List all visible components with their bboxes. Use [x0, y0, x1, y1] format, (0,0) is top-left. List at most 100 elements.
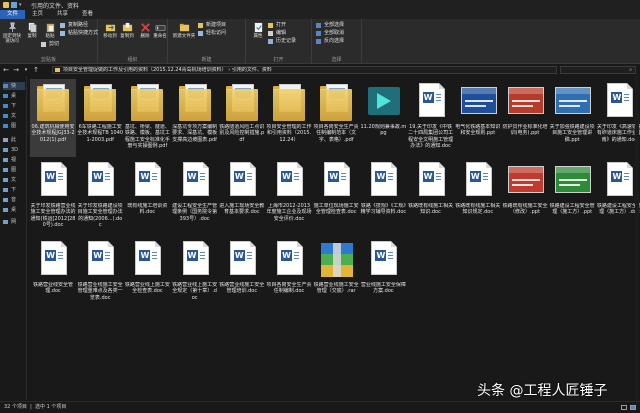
nav-item[interactable]: 音	[3, 196, 25, 204]
file-item[interactable]: 铁路隧道风险工点识别及风险控制措施.pdf	[219, 79, 265, 157]
select-all-button[interactable]: 全部选择	[316, 22, 344, 29]
file-item[interactable]: W 19.关于印发《中铁二十四局集团公司工程安全文明施工管理办法》的通知.doc	[408, 79, 454, 157]
file-name: 电气化铁路基本知识和安全规则.ppt	[455, 124, 501, 137]
nav-item[interactable]: 3D	[3, 146, 25, 154]
file-item[interactable]: 防护员作业标准化培训(电务).ppt	[502, 79, 548, 157]
nav-item[interactable]: 下	[3, 102, 25, 110]
back-icon[interactable]: ←	[2, 66, 10, 74]
file-item[interactable]: W 铁路既有线施工相关知识.doc	[408, 158, 454, 236]
word-document-icon: W	[318, 160, 354, 202]
file-item[interactable]: 项目各岗安全生产责任制编制范本（文字、表格）.pdf	[313, 79, 359, 157]
tab-file[interactable]: 文件	[0, 10, 26, 19]
file-item[interactable]: W 铁路既有线施工相关知识规定.doc	[455, 158, 501, 236]
nav-item[interactable]: 图	[3, 166, 25, 174]
paste-shortcut-button[interactable]: 粘贴快捷方式	[60, 30, 98, 37]
tab-view[interactable]: 查看	[75, 10, 100, 19]
file-item[interactable]: W 铁路《技规》《工规》精学习辅导资料.doc	[360, 158, 406, 236]
file-item[interactable]: W 上海市2012-2013年度施工企业及现场安全评价.doc	[266, 158, 312, 236]
dropdown-icon[interactable]: ▾	[19, 2, 25, 8]
nav-item[interactable]: 快	[3, 82, 25, 90]
file-item[interactable]: W 铁路营业线上施工安全检查表.doc	[124, 237, 170, 315]
powerpoint-icon	[460, 81, 497, 123]
easy-access-button[interactable]: 轻松访问	[198, 30, 226, 37]
nav-item[interactable]: 桌	[3, 92, 25, 100]
forward-icon[interactable]: →	[12, 66, 20, 74]
file-item[interactable]: 铁路建设工程安全管理（施工方）.ppt	[549, 158, 595, 236]
file-item[interactable]: 6车铁路工程施工安全技术规程TB 10401-2003.pdf	[77, 79, 123, 157]
copy-button[interactable]: 复制	[22, 22, 42, 39]
nav-item-icon	[3, 114, 8, 118]
up-icon[interactable]: ↑	[32, 66, 40, 74]
file-item[interactable]: W 铁路营业线施工安全管理培训.doc	[219, 237, 265, 315]
rename-button[interactable]: 重命名	[150, 22, 170, 39]
file-item[interactable]: W 建设工程安全生产管理条例（国务院令第393号）.doc	[172, 158, 218, 236]
file-item[interactable]: W 关于印发《高速铁路有砟道床施工作业指南》的通知.doc	[596, 79, 640, 157]
nav-item-icon	[3, 94, 8, 98]
word-document-icon: W	[177, 160, 213, 202]
nav-item[interactable]: 文	[3, 112, 25, 120]
details-view-icon[interactable]	[621, 405, 627, 410]
new-item-button[interactable]: 新建项目	[198, 22, 226, 29]
nav-item[interactable]: 下	[3, 186, 25, 194]
breadcrumb-part-1[interactable]: 项目安全管理促做的工作及引用的资料（2015.12.24青岛机场培训资料）	[63, 67, 227, 73]
tab-share[interactable]: 共享	[50, 10, 75, 19]
breadcrumb-part-2[interactable]: 引用的文件、资料	[232, 67, 272, 73]
address-bar[interactable]: 项目安全管理促做的工作及引用的资料（2015.12.24青岛机场培训资料） › …	[52, 66, 557, 74]
file-item[interactable]: 项目安全管理的工作和引用资料（2015.12.24）	[266, 79, 312, 157]
word-document-icon: W	[413, 81, 449, 123]
nav-item[interactable]: 桌	[3, 206, 25, 214]
file-item[interactable]: 电气化铁路基本知识和安全规则.ppt	[455, 79, 501, 157]
nav-item-icon	[3, 178, 8, 182]
file-item[interactable]: 11.20规则兼事故.mpg	[360, 79, 406, 157]
search-input[interactable]: ⌕	[560, 66, 636, 74]
file-item[interactable]: 铁路营业线施工安全管理（交底）.rar	[313, 237, 359, 315]
copy-path-button[interactable]: 复制路径	[60, 22, 88, 29]
cut-button[interactable]: 剪切	[41, 41, 59, 48]
file-item[interactable]: W 铁路营业线上施工安全规定（第十章）.doc	[172, 237, 218, 315]
file-item[interactable]: W 项目各岗安全生产责任制编制.doc	[266, 237, 312, 315]
copy-to-button[interactable]: 复制到	[117, 22, 137, 39]
folder-icon[interactable]	[3, 2, 9, 8]
nav-item[interactable]: 网	[3, 218, 25, 226]
file-item[interactable]: 铁路既有线施工安全（修改）.ppt	[502, 158, 548, 236]
nav-item[interactable]: 视	[3, 156, 25, 164]
file-name: 06.建筑机械使用安全技术规程JGJ33-2012(1).pdf	[31, 124, 75, 143]
recent-dropdown-icon[interactable]: ▾	[22, 66, 30, 74]
new-folder-button[interactable]: 新建文件夹	[172, 22, 196, 39]
file-item[interactable]: W 进入施工现场安全教育基本要求.doc	[219, 158, 265, 236]
file-item[interactable]: 基坑、桥梁、隧道、铁路、模板、基坑工程施工安全标准化手册与实操图例.pdf	[124, 79, 170, 157]
nav-item[interactable]: 图	[3, 122, 25, 130]
folder-icon	[177, 81, 213, 123]
properties-button[interactable]: 属性	[248, 22, 268, 39]
nav-item[interactable]: 文	[3, 176, 25, 184]
open-label: 打开	[276, 22, 287, 28]
pin-button[interactable]: 固定到快速访问	[2, 22, 22, 44]
vertical-scrollbar[interactable]	[635, 76, 639, 400]
edit-button[interactable]: 编辑	[268, 30, 286, 37]
file-item[interactable]: W 关于印发铁路营业线施工安全管理办法的通知(铁运[2012]280号).doc	[30, 158, 76, 236]
file-item[interactable]: W 既有线施工培训资料.doc	[124, 158, 170, 236]
file-item[interactable]: W 营业线施工安全保障方案.doc	[360, 237, 406, 315]
history-button[interactable]: 历史记录	[268, 38, 296, 45]
cut-icon	[41, 42, 46, 47]
file-item[interactable]: W 铁路营业线施工安全管理重难点及各类一览表.doc	[77, 237, 123, 315]
view-switcher	[621, 405, 636, 410]
nav-item-icon	[3, 220, 8, 224]
file-item[interactable]: 深基坑专项方案编制要求、深基坑、模板支撑高边坡图表.pdf	[172, 79, 218, 157]
tab-home[interactable]: 主页	[25, 10, 50, 19]
invert-selection-button[interactable]: 反向选择	[316, 38, 344, 45]
file-item[interactable]: 06.建筑机械使用安全技术规程JGJ33-2012(1).pdf	[30, 79, 76, 157]
nav-item[interactable]: 此	[3, 136, 25, 144]
large-icons-view-icon[interactable]	[630, 405, 636, 410]
file-item[interactable]: W 施工单位现场施工安全管理检查表.doc	[313, 158, 359, 236]
file-item[interactable]: 关于加强铁路建设项目施工安全管理讲稿.ppt	[549, 79, 595, 157]
file-item[interactable]: W 关于印发铁路建设项目施工安全管理办法的通知(2006...).doc	[77, 158, 123, 236]
file-item[interactable]: W 铁路建设工程安全管理（施工方）.doc	[596, 158, 640, 236]
select-none-button[interactable]: 全部取消	[316, 30, 344, 37]
paste-button[interactable]: 粘贴	[40, 22, 60, 39]
save-icon[interactable]	[11, 2, 17, 8]
file-item[interactable]: W 铁路营业线安全管理.doc	[30, 237, 76, 315]
word-document-icon: W	[271, 239, 307, 281]
delete-icon	[140, 23, 150, 32]
open-button[interactable]: 打开	[268, 22, 286, 29]
